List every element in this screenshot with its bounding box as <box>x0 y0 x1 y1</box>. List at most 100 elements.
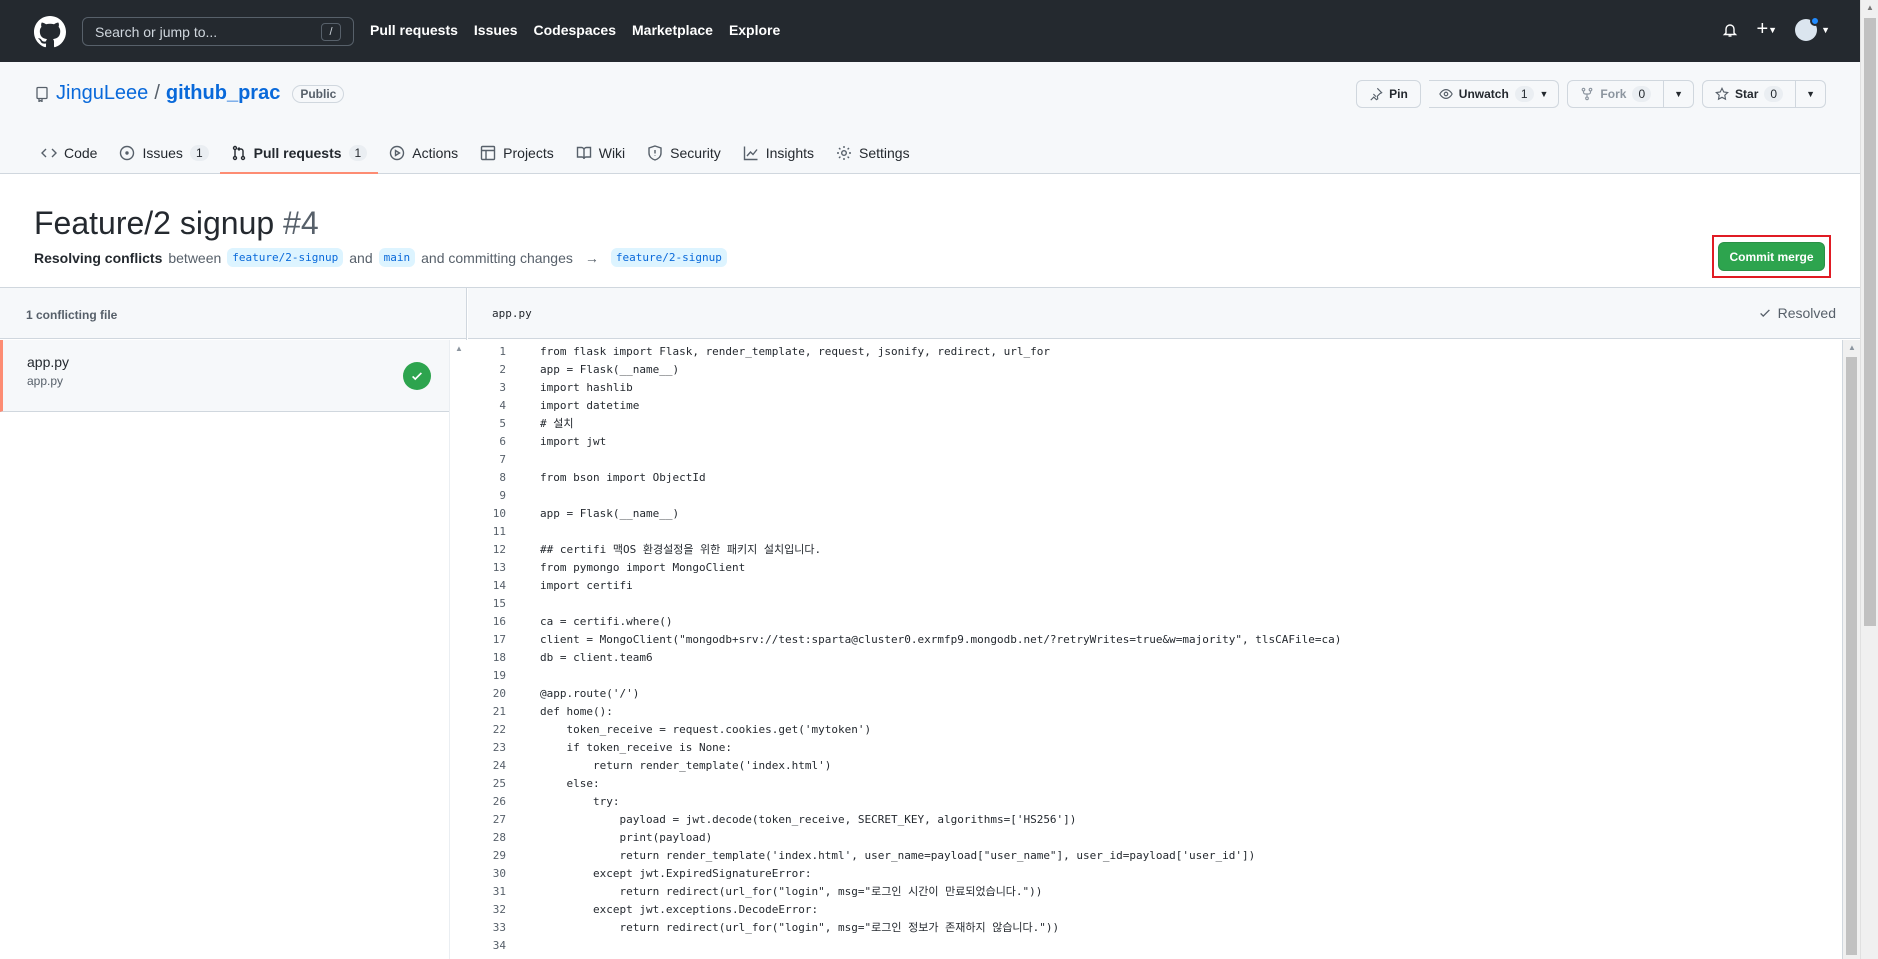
code-line[interactable]: 8 from bson import ObjectId <box>468 468 1842 486</box>
star-button[interactable]: Star 0 <box>1702 80 1797 108</box>
code-line[interactable]: 16 ca = certifi.where() <box>468 612 1842 630</box>
user-menu-button[interactable]: ▼ <box>1795 15 1830 41</box>
scroll-up-icon[interactable]: ▲ <box>1866 3 1874 12</box>
code-line[interactable]: 17 client = MongoClient("mongodb+srv://te… <box>468 630 1842 648</box>
code-line[interactable]: 24 return render_template('index.html') <box>468 756 1842 774</box>
line-number: 23 <box>492 740 506 754</box>
base-branch[interactable]: main <box>378 248 416 267</box>
tab-label: Code <box>64 145 98 161</box>
editor-header: app.py Resolved <box>468 288 1860 339</box>
between-label: between <box>168 249 222 266</box>
line-content: import datetime <box>540 398 640 412</box>
commit-merge-button[interactable]: Commit merge <box>1718 242 1825 271</box>
repo-owner-link[interactable]: JinguLeee <box>56 82 148 105</box>
nav-explore[interactable]: Explore <box>729 22 780 38</box>
create-new-button[interactable]: + ▼ <box>1756 18 1777 41</box>
star-dropdown-button[interactable]: ▼ <box>1796 80 1826 108</box>
code-editor[interactable]: 1 from flask import Flask, render_templat… <box>468 340 1842 959</box>
code-line[interactable]: 14 import certifi <box>468 576 1842 594</box>
unwatch-button[interactable]: Unwatch 1 ▼ <box>1428 80 1560 108</box>
code-line[interactable]: 27 payload = jwt.decode(token_receive, S… <box>468 810 1842 828</box>
code-line[interactable]: 20 @app.route('/') <box>468 684 1842 702</box>
code-line[interactable]: 5 # 설치 <box>468 414 1842 432</box>
tab-counter: 1 <box>189 145 209 161</box>
line-content: except jwt.exceptions.DecodeError: <box>540 902 819 916</box>
play-icon <box>390 145 405 161</box>
code-line[interactable]: 26 try: <box>468 792 1842 810</box>
scroll-thumb[interactable] <box>1846 357 1857 955</box>
line-content: try: <box>540 794 620 808</box>
code-line[interactable]: 12 ## certifi 맥OS 환경설정을 위한 패키지 설치입니다. <box>468 540 1842 558</box>
code-line[interactable]: 31 return redirect(url_for("login", msg=… <box>468 882 1842 900</box>
code-line[interactable]: 13 from pymongo import MongoClient <box>468 558 1842 576</box>
fork-dropdown-button[interactable]: ▼ <box>1664 80 1695 108</box>
code-line[interactable]: 1 from flask import Flask, render_templat… <box>468 342 1842 360</box>
code-line[interactable]: 28 print(payload) <box>468 828 1842 846</box>
tab-insights[interactable]: Insights <box>732 132 825 174</box>
repo-separator: / <box>154 82 160 104</box>
tab-settings[interactable]: Settings <box>825 132 921 174</box>
repo-name-link[interactable]: github_prac <box>166 82 280 105</box>
code-line[interactable]: 9 <box>468 486 1842 504</box>
code-line[interactable]: 19 <box>468 666 1842 684</box>
line-content: db = client.team6 <box>540 650 653 664</box>
code-line[interactable]: 29 return render_template('index.html', … <box>468 846 1842 864</box>
head-branch[interactable]: feature/2-signup <box>227 248 344 267</box>
bell-icon[interactable] <box>1722 22 1738 38</box>
code-line[interactable]: 32 except jwt.exceptions.DecodeError: <box>468 900 1842 918</box>
line-content: payload = jwt.decode(token_receive, SECR… <box>540 812 1077 826</box>
code-line[interactable]: 21 def home(): <box>468 702 1842 720</box>
target-branch[interactable]: feature/2-signup <box>610 248 727 267</box>
line-content: if token_receive is None: <box>540 740 733 754</box>
code-line[interactable]: 10 app = Flask(__name__) <box>468 504 1842 522</box>
code-line[interactable]: 3 import hashlib <box>468 378 1842 396</box>
tab-code[interactable]: Code <box>30 132 108 174</box>
line-number: 13 <box>492 560 506 574</box>
line-content: from pymongo import MongoClient <box>540 560 746 574</box>
tab-actions[interactable]: Actions <box>378 132 469 174</box>
book-icon <box>576 146 591 160</box>
code-line[interactable]: 23 if token_receive is None: <box>468 738 1842 756</box>
code-line[interactable]: 11 <box>468 522 1842 540</box>
file-list-scrollbar[interactable]: ▲ <box>449 340 467 959</box>
fork-button[interactable]: Fork 0 <box>1567 80 1665 108</box>
line-number: 26 <box>492 794 506 808</box>
pin-button[interactable]: Pin <box>1356 80 1421 108</box>
code-line[interactable]: 4 import datetime <box>468 396 1842 414</box>
code-line[interactable]: 30 except jwt.ExpiredSignatureError: <box>468 864 1842 882</box>
nav-pull-requests[interactable]: Pull requests <box>370 22 458 38</box>
tab-label: Insights <box>765 145 814 161</box>
code-line[interactable]: 6 import jwt <box>468 432 1842 450</box>
window-scrollbar[interactable]: ▲ <box>1860 0 1878 959</box>
code-line[interactable]: 34 <box>468 936 1842 954</box>
code-line[interactable]: 15 <box>468 594 1842 612</box>
tab-wiki[interactable]: Wiki <box>565 132 636 174</box>
github-logo-icon[interactable] <box>34 16 66 48</box>
code-scrollbar[interactable]: ▲ <box>1842 340 1860 959</box>
nav-codespaces[interactable]: Codespaces <box>534 22 616 38</box>
code-line[interactable]: 25 else: <box>468 774 1842 792</box>
resolved-label: Resolved <box>1777 305 1836 321</box>
fork-group: Fork 0 ▼ <box>1567 80 1695 108</box>
code-line[interactable]: 2 app = Flask(__name__) <box>468 360 1842 378</box>
scroll-up-icon[interactable]: ▲ <box>1848 343 1856 352</box>
code-line[interactable]: 33 return redirect(url_for("login", msg=… <box>468 918 1842 936</box>
line-number: 18 <box>492 650 506 664</box>
nav-issues[interactable]: Issues <box>474 22 518 38</box>
tab-projects[interactable]: Projects <box>469 132 565 174</box>
code-line[interactable]: 22 token_receive = request.cookies.get('… <box>468 720 1842 738</box>
tab-security[interactable]: Security <box>636 132 732 174</box>
scroll-up-icon[interactable]: ▲ <box>455 344 463 353</box>
conflict-file-item[interactable]: app.py app.py <box>0 340 449 412</box>
tab-issues[interactable]: Issues 1 <box>108 132 219 174</box>
line-number: 29 <box>492 848 506 862</box>
search-placeholder: Search or jump to... <box>95 23 218 40</box>
code-line[interactable]: 7 <box>468 450 1842 468</box>
line-content: from bson import ObjectId <box>540 470 706 484</box>
line-number: 25 <box>492 776 506 790</box>
code-line[interactable]: 18 db = client.team6 <box>468 648 1842 666</box>
scroll-thumb[interactable] <box>1864 18 1876 626</box>
search-input[interactable]: Search or jump to... / <box>82 17 354 46</box>
tab-pull-requests[interactable]: Pull requests 1 <box>219 132 379 174</box>
nav-marketplace[interactable]: Marketplace <box>632 22 713 38</box>
